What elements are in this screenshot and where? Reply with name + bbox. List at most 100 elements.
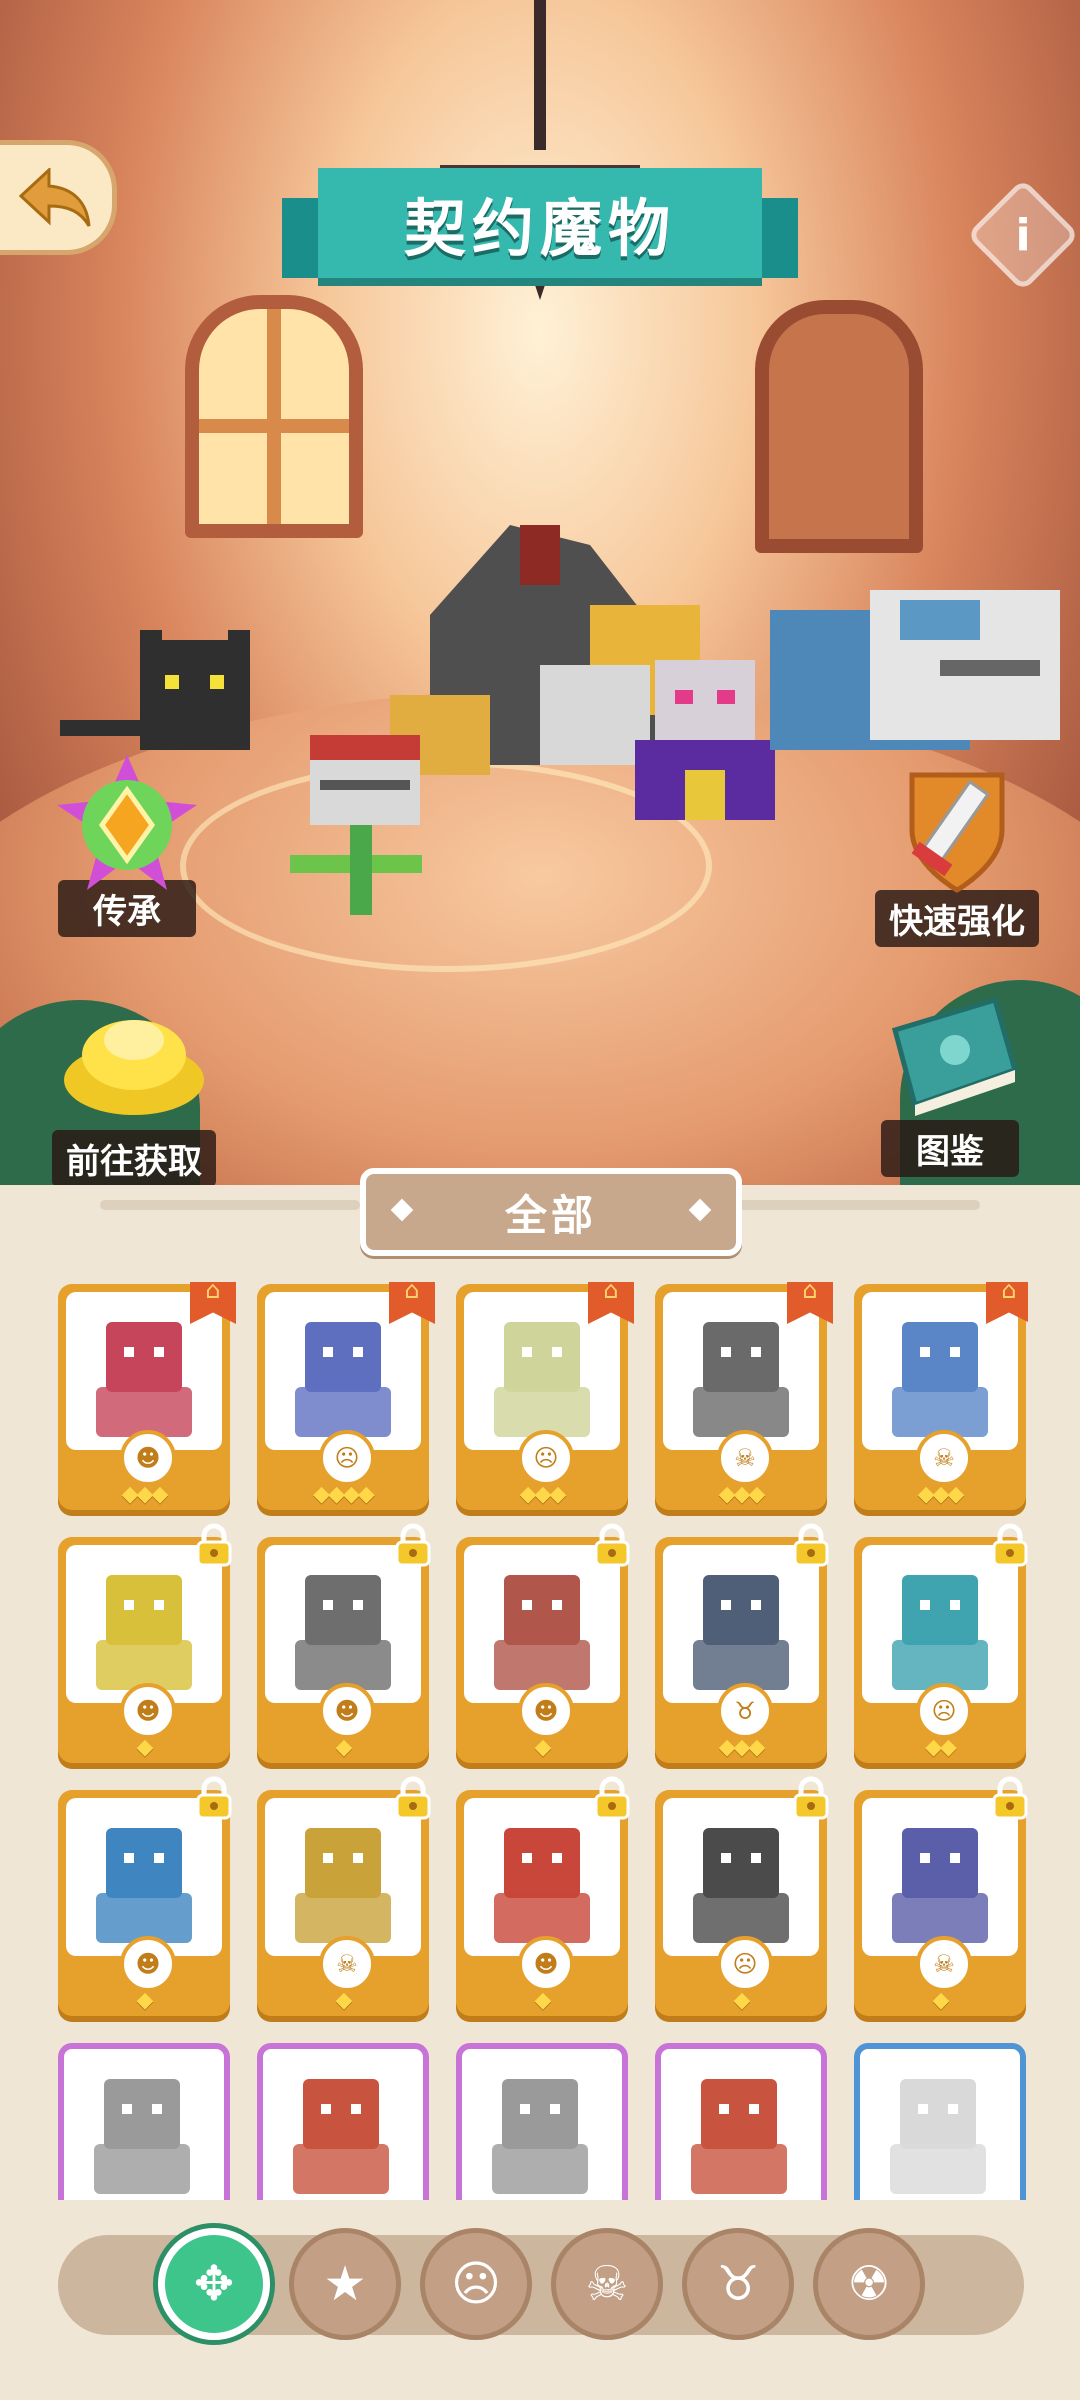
monster-card[interactable]: ☠ ◆ <box>854 1776 1028 2016</box>
lock-icon <box>789 1776 833 1820</box>
brute-face-icon: ☻ <box>319 1683 375 1739</box>
monster-card[interactable]: ☠ ◆◆◆ ⌂ <box>655 1282 833 1510</box>
lock-icon <box>192 1776 236 1820</box>
monster-card[interactable]: ☹ ◆◆◆ ⌂ <box>456 1282 634 1510</box>
sword-shield-icon <box>909 772 1005 893</box>
monster-card[interactable] <box>854 2043 1026 2200</box>
nav-tab-ogre-face[interactable]: ☹ <box>420 2228 532 2340</box>
monster-portrait <box>464 1798 620 1956</box>
star-rating: ◆ <box>136 1988 154 2013</box>
monster-figure <box>94 2079 190 2194</box>
monster-portrait <box>663 1798 819 1956</box>
divider-right <box>730 1200 980 1210</box>
horned-mask-icon: ♉ <box>717 1683 773 1739</box>
piranha-plant-monster <box>290 735 422 915</box>
inherit-crystal-icon <box>57 755 197 890</box>
nav-tab-star-egg[interactable]: ★ <box>289 2228 401 2340</box>
star-rating: ◆ <box>534 1988 552 2013</box>
flame-skull-icon: ☠ <box>916 1430 972 1486</box>
nav-tab-flame-skull[interactable]: ☠ <box>551 2228 663 2340</box>
monster-portrait <box>862 1798 1018 1956</box>
brute-face-icon: ☻ <box>120 1936 176 1992</box>
ogre-face-icon: ☹ <box>319 1430 375 1486</box>
ogre-face-icon: ☹ <box>450 2256 502 2312</box>
inherit-button[interactable]: 传承 <box>52 750 202 937</box>
demon-face-icon: ☢ <box>847 2256 891 2312</box>
brute-face-icon: ☻ <box>120 1683 176 1739</box>
star-rating: ◆◆◆ <box>121 1482 169 1507</box>
lock-icon <box>988 1523 1028 1567</box>
blue-shark-monster <box>770 590 1060 750</box>
monster-portrait <box>263 2049 423 2200</box>
monster-portrait <box>661 2049 821 2200</box>
monster-card[interactable]: ☻ ◆ <box>58 1523 232 1763</box>
monster-figure <box>293 2079 389 2194</box>
monster-card[interactable] <box>456 2043 628 2200</box>
monster-card[interactable] <box>655 2043 827 2200</box>
monster-figure <box>494 1828 590 1943</box>
star-rating: ◆◆◆◆ <box>313 1482 375 1507</box>
brute-face-icon: ☻ <box>518 1936 574 1992</box>
monster-card[interactable]: ☻ ◆ <box>257 1523 431 1763</box>
obtain-button[interactable]: 前往获取 <box>52 1000 216 1187</box>
all-diamonds-icon: ✥ <box>193 2256 235 2312</box>
monster-card[interactable]: ☹ ◆◆ <box>854 1523 1028 1763</box>
monster-figure <box>96 1828 192 1943</box>
flame-skull-icon: ☠ <box>717 1430 773 1486</box>
monster-portrait <box>860 2049 1020 2200</box>
monster-card[interactable]: ☻ ◆◆◆ ⌂ <box>58 1282 236 1510</box>
monster-figure <box>691 2079 787 2194</box>
lock-icon <box>391 1776 435 1820</box>
lock-icon <box>988 1776 1028 1820</box>
monster-figure <box>892 1575 988 1690</box>
back-button[interactable] <box>0 140 117 255</box>
quick-upgrade-button[interactable]: 快速强化 <box>875 760 1039 947</box>
monster-figure <box>693 1828 789 1943</box>
monster-portrait <box>66 1798 222 1956</box>
monster-card[interactable]: ☠ ◆ <box>257 1776 431 2016</box>
monster-card[interactable]: ☹ ◆◆◆◆ ⌂ <box>257 1282 435 1510</box>
monster-figure <box>890 2079 986 2194</box>
monster-card[interactable] <box>257 2043 429 2200</box>
monster-portrait <box>64 2049 224 2200</box>
lock-icon <box>590 1776 634 1820</box>
monster-card[interactable]: ☻ ◆ <box>58 1776 232 2016</box>
lock-icon <box>789 1523 833 1567</box>
star-rating: ◆ <box>932 1988 950 2013</box>
book-icon <box>891 996 1019 1116</box>
monster-figure <box>494 1575 590 1690</box>
monster-figure <box>892 1828 988 1943</box>
monster-card[interactable]: ☠ ◆◆◆ ⌂ <box>854 1282 1028 1510</box>
horned-mask-icon: ♉ <box>716 2256 760 2312</box>
monster-card-grid: ☻ ◆◆◆ ⌂ ☹ ◆◆◆◆ ⌂ ☹ ◆◆◆ ⌂ ☠ ◆◆◆ ⌂ ☠ ◆◆◆ ⌂ ☻ ◆ ☻ ◆ ☻ ◆ … <box>58 1282 1028 2200</box>
monster-figure <box>295 1828 391 1943</box>
monster-portrait <box>265 1798 421 1956</box>
wooden-door <box>755 300 923 553</box>
monster-figure <box>295 1575 391 1690</box>
monster-card[interactable]: ☻ ◆ <box>456 1776 630 2016</box>
monster-portrait <box>66 1545 222 1703</box>
nav-tab-all-diamonds[interactable]: ✥ <box>158 2228 270 2340</box>
brute-face-icon: ☻ <box>120 1430 176 1486</box>
star-rating: ◆◆ <box>925 1735 957 1760</box>
lock-icon <box>590 1523 634 1567</box>
star-rating: ◆ <box>136 1735 154 1760</box>
star-rating: ◆ <box>733 1988 751 2013</box>
flame-skull-icon: ☠ <box>319 1936 375 1992</box>
monster-portrait <box>464 1545 620 1703</box>
flame-skull-icon: ☠ <box>916 1936 972 1992</box>
nav-tab-horned-mask[interactable]: ♉ <box>682 2228 794 2340</box>
codex-button[interactable]: 图鉴 <box>875 990 1025 1177</box>
ogre-face-icon: ☹ <box>916 1683 972 1739</box>
monster-card[interactable]: ☹ ◆ <box>655 1776 829 2016</box>
star-rating: ◆ <box>335 1988 353 2013</box>
filter-all-tab[interactable]: 全部 <box>360 1168 742 1256</box>
monster-portrait <box>462 2049 622 2200</box>
filter-all-label: 全部 <box>504 1190 597 1240</box>
monster-card[interactable]: ☻ ◆ <box>456 1523 630 1763</box>
brute-face-icon: ☻ <box>518 1683 574 1739</box>
monster-card[interactable] <box>58 2043 230 2200</box>
nav-tab-demon-face[interactable]: ☢ <box>813 2228 925 2340</box>
monster-card[interactable]: ♉ ◆◆◆ <box>655 1523 829 1763</box>
info-icon: i <box>1015 209 1031 261</box>
